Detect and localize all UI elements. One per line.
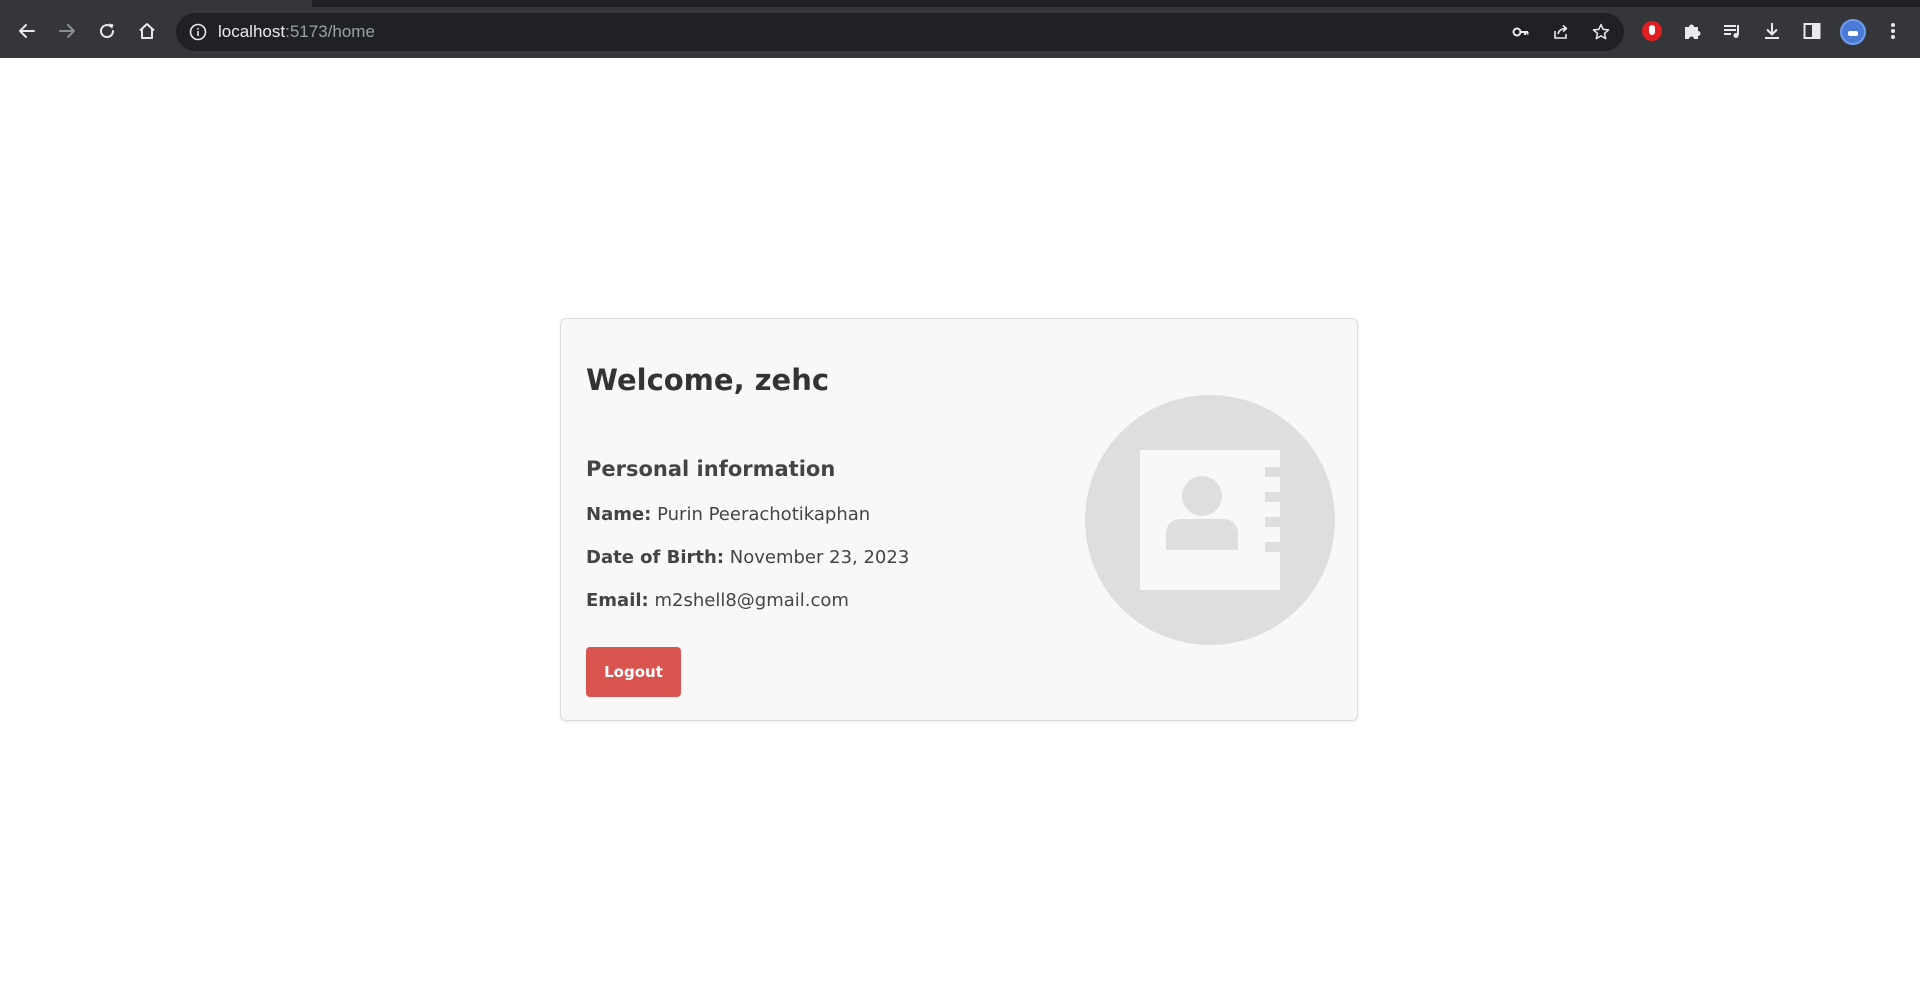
active-tab[interactable] (0, 0, 312, 7)
forward-button[interactable] (52, 16, 82, 46)
download-icon[interactable] (1761, 20, 1783, 42)
name-label: Name: (586, 504, 652, 525)
logout-button[interactable]: Logout (586, 647, 681, 697)
media-queue-icon[interactable] (1721, 20, 1743, 42)
name-value: Purin Peerachotikaphan (657, 504, 871, 525)
key-icon[interactable] (1511, 22, 1531, 42)
address-bar[interactable]: localhost:5173/home (176, 13, 1624, 51)
email-value: m2shell8@gmail.com (654, 590, 849, 611)
dob-value: November 23, 2023 (729, 547, 910, 568)
home-icon (139, 23, 155, 39)
dob-label: Date of Birth: (586, 547, 725, 568)
browser-toolbar: localhost:5173/home (0, 0, 1920, 58)
info-icon[interactable] (188, 22, 208, 42)
url-text[interactable]: localhost:5173/home (218, 22, 375, 42)
url-path: :5173/home (285, 22, 375, 41)
profile-card: Welcome, zehc Personal information Name:… (560, 318, 1358, 721)
home-button[interactable] (132, 16, 162, 46)
puzzle-icon[interactable] (1681, 20, 1703, 42)
dob-row: Date of Birth: November 23, 2023 (586, 547, 909, 568)
side-panel-icon[interactable] (1801, 20, 1823, 42)
personal-info-heading: Personal information (586, 457, 836, 481)
welcome-heading: Welcome, zehc (586, 363, 830, 397)
reload-icon (100, 23, 115, 39)
reload-button[interactable] (92, 16, 122, 46)
email-row: Email: m2shell8@gmail.com (586, 590, 849, 611)
hand-stop-icon[interactable] (1641, 20, 1663, 42)
kebab-menu-icon[interactable] (1882, 20, 1904, 42)
name-row: Name: Purin Peerachotikaphan (586, 504, 870, 525)
forward-arrow-icon (59, 24, 75, 38)
url-host: localhost (218, 22, 286, 41)
avatar[interactable] (1840, 19, 1866, 45)
email-label: Email: (586, 590, 649, 611)
back-button[interactable] (12, 16, 42, 46)
share-icon[interactable] (1551, 22, 1571, 42)
tab-strip (0, 0, 1920, 7)
profile-picture (1085, 395, 1335, 645)
star-icon[interactable] (1591, 22, 1611, 42)
contact-book-icon (1140, 450, 1280, 590)
back-arrow-icon (19, 24, 35, 38)
